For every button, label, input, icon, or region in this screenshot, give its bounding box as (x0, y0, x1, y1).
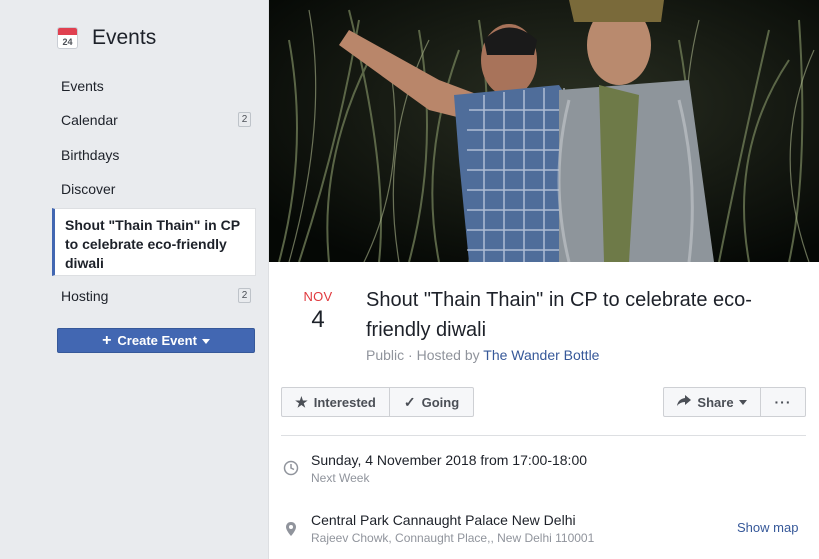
event-title: Shout "Thain Thain" in CP to celebrate e… (366, 289, 752, 341)
sidebar-title: Events (92, 26, 157, 49)
count-badge: 2 (238, 288, 251, 303)
event-time-relative: Next Week (311, 471, 370, 485)
chevron-down-icon (738, 400, 747, 405)
sidebar-item-label: Calendar (61, 112, 118, 128)
more-icon: ··· (774, 394, 792, 410)
event-meta: Public · Hosted by The Wander Bottle (366, 347, 599, 363)
interested-label: Interested (313, 394, 376, 410)
create-event-button[interactable]: + Create Event (57, 328, 255, 353)
show-map-link[interactable]: Show map (737, 520, 798, 535)
plus-icon: + (102, 331, 112, 349)
create-event-label: Create Event (117, 333, 197, 348)
hosted-by-label: · Hosted by (404, 347, 484, 363)
event-location[interactable]: Central Park Cannaught Palace New Delhi (311, 512, 576, 528)
calendar-icon: 24 (57, 27, 78, 49)
sidebar-item-events[interactable]: Events (52, 69, 256, 103)
chevron-down-icon (201, 339, 210, 344)
sidebar-item-label: Discover (61, 181, 116, 197)
more-options-button[interactable]: ··· (760, 387, 806, 417)
sidebar-item-selected-event[interactable]: Shout "Thain Thain" in CP to celebrate e… (52, 208, 256, 276)
event-time[interactable]: Sunday, 4 November 2018 from 17:00-18:00 (311, 452, 587, 468)
cover-photo-illustration (269, 0, 819, 262)
location-pin-icon (283, 521, 299, 537)
event-address: Rajeev Chowk, Connaught Place,, New Delh… (311, 531, 595, 545)
sidebar-item-label: Events (61, 78, 104, 94)
sidebar-item-discover[interactable]: Discover (52, 172, 256, 206)
interested-button[interactable]: ★ Interested (281, 387, 390, 417)
event-month: NOV (303, 289, 333, 304)
event-day: 4 (311, 306, 325, 333)
going-label: Going (421, 394, 460, 410)
sidebar-header[interactable]: 24 Events (57, 26, 156, 50)
share-label: Share (697, 394, 734, 410)
share-arrow-icon (677, 394, 692, 410)
star-icon: ★ (295, 393, 308, 410)
share-button[interactable]: Share (663, 387, 761, 417)
event-privacy: Public (366, 347, 405, 363)
sidebar: 24 Events Events Calendar 2 Birthdays Di… (0, 0, 268, 559)
event-host-link[interactable]: The Wander Bottle (483, 347, 599, 363)
divider (281, 435, 806, 436)
sidebar-item-label: Hosting (61, 288, 109, 304)
sidebar-item-birthdays[interactable]: Birthdays (52, 138, 256, 172)
sidebar-item-calendar[interactable]: Calendar 2 (52, 103, 256, 137)
event-date: NOV 4 (293, 289, 343, 334)
check-icon: ✓ (403, 393, 416, 410)
event-main: NOV 4 Shout "Thain Thain" in CP to celeb… (268, 0, 819, 559)
sidebar-item-label: Birthdays (61, 147, 120, 163)
sidebar-item-hosting[interactable]: Hosting 2 (52, 279, 256, 313)
clock-icon (283, 460, 299, 476)
event-cover-photo[interactable] (269, 0, 819, 262)
count-badge: 2 (238, 112, 251, 127)
going-button[interactable]: ✓ Going (389, 387, 474, 417)
